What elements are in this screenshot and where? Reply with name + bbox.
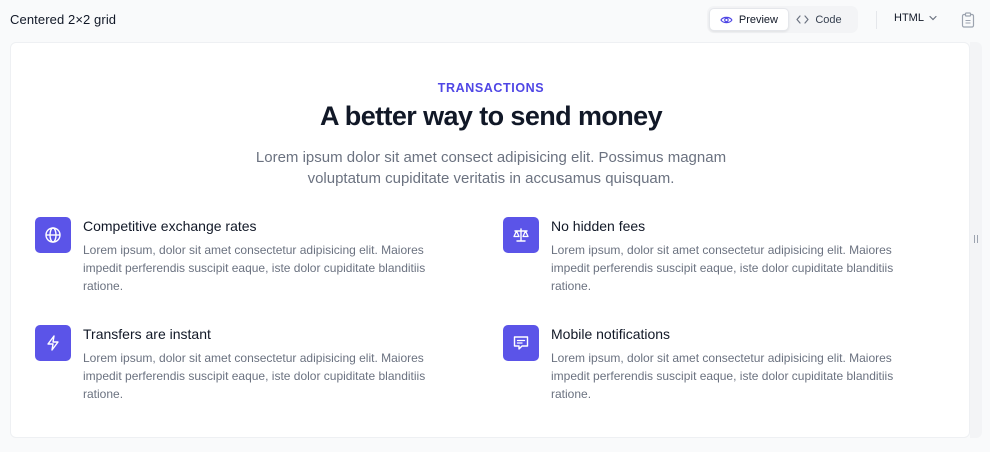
code-tab[interactable]: Code <box>789 8 855 31</box>
eye-icon <box>720 16 733 23</box>
language-select[interactable]: HTML <box>894 12 937 24</box>
chevron-down-icon <box>929 15 937 21</box>
feature-icon-box <box>35 325 71 361</box>
clipboard-icon[interactable] <box>961 12 975 28</box>
top-bar: Centered 2×2 grid Preview Code HTML <box>0 0 990 40</box>
language-select-value: HTML <box>894 12 924 24</box>
preview-tab[interactable]: Preview <box>709 8 789 31</box>
code-tab-label: Code <box>815 13 842 26</box>
page-title: Centered 2×2 grid <box>10 12 117 27</box>
feature-description: Lorem ipsum, dolor sit amet consectetur … <box>83 243 426 293</box>
view-toggle: Preview Code <box>707 6 858 33</box>
toolbar-divider <box>876 11 877 29</box>
feature-icon-box <box>35 217 71 253</box>
resize-handle[interactable] <box>974 235 978 243</box>
globe-icon <box>45 227 61 243</box>
feature-title: Competitive exchange rates <box>83 218 257 234</box>
preview-frame: TRANSACTIONS A better way to send money … <box>10 42 970 438</box>
scale-icon <box>513 228 529 242</box>
code-brackets-icon <box>796 15 809 24</box>
feature-icon-box <box>503 325 539 361</box>
preview-tab-label: Preview <box>738 13 778 26</box>
feature-title: Transfers are instant <box>83 326 211 342</box>
feature-description: Lorem ipsum, dolor sit amet consectetur … <box>83 351 426 401</box>
lightning-bolt-icon <box>47 335 59 351</box>
feature-title: No hidden fees <box>551 218 646 234</box>
feature-icon-box <box>503 217 539 253</box>
section-headline: A better way to send money <box>320 101 663 131</box>
section-lead: Lorem ipsum dolor sit amet consect adipi… <box>255 149 727 187</box>
chat-bubble-icon <box>513 336 529 350</box>
feature-description: Lorem ipsum, dolor sit amet consectetur … <box>551 243 894 293</box>
section-eyebrow: TRANSACTIONS <box>437 81 545 95</box>
feature-title: Mobile notifications <box>551 326 671 342</box>
feature-description: Lorem ipsum, dolor sit amet consectetur … <box>551 351 894 401</box>
